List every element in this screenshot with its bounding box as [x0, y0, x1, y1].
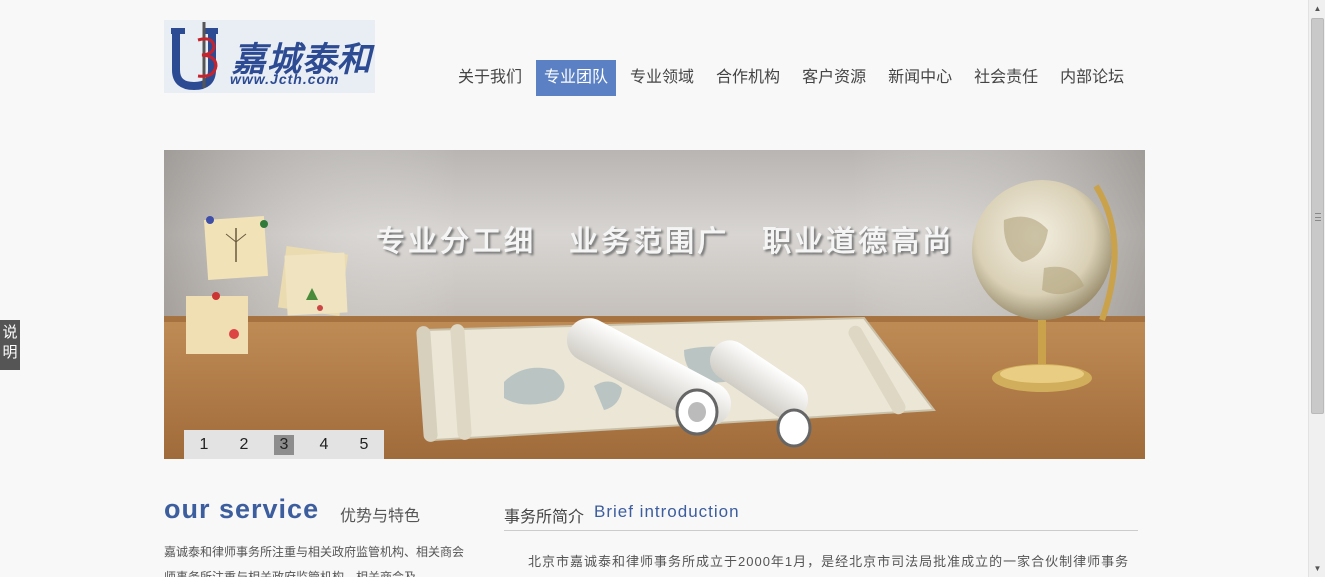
nav-item-social-responsibility[interactable]: 社会责任 [966, 60, 1046, 96]
nav-item-news[interactable]: 新闻中心 [880, 60, 960, 96]
service-subtitle: 优势与特色 [340, 508, 421, 525]
nav-item-about[interactable]: 关于我们 [450, 60, 530, 96]
page: 嘉城泰和 www.Jcth.com 关于我们 专业团队 专业领域 合作机构 客户… [0, 0, 1325, 577]
arrow-down-icon[interactable]: ▼ [1309, 560, 1325, 577]
banner-slider[interactable]: 专业分工细 业务范围广 职业道德高尚 1 2 3 4 5 [164, 150, 1145, 459]
service-text: 嘉诚泰和律师事务所注重与相关政府监管机构、相关商会 师事务所注重与相关政府监管机… [164, 545, 465, 577]
scrollbar-thumb[interactable] [1311, 18, 1324, 414]
note-2 [277, 245, 349, 317]
slide-dot-3[interactable]: 3 [274, 434, 294, 455]
nav-item-team[interactable]: 专业团队 [536, 60, 617, 96]
slide-dot-5[interactable]: 5 [354, 435, 374, 455]
logo-emblem-icon [171, 22, 218, 90]
vertical-scrollbar[interactable]: ▲ ▼ [1308, 0, 1325, 577]
side-info-tab[interactable]: 说 明 [0, 320, 20, 370]
main-nav: 关于我们 专业团队 专业领域 合作机构 客户资源 新闻中心 社会责任 内部论坛 [450, 60, 1138, 96]
nav-item-forum[interactable]: 内部论坛 [1052, 60, 1132, 96]
nav-item-partners[interactable]: 合作机构 [708, 60, 788, 96]
site-logo[interactable]: 嘉城泰和 www.Jcth.com [164, 20, 375, 93]
intro-title-en: Brief introduction [594, 502, 740, 521]
intro-title-cn: 事务所简介 [504, 509, 585, 526]
banner-slogan: 专业分工细 业务范围广 职业道德高尚 [376, 224, 955, 258]
arrow-up-icon[interactable]: ▲ [1309, 0, 1325, 17]
nav-item-practice-areas[interactable]: 专业领域 [622, 60, 702, 96]
note-1 [203, 215, 269, 281]
side-tab-line-2: 明 [2, 344, 18, 361]
intro-header: 事务所简介 Brief introduction [504, 500, 1138, 531]
slider-pagination: 1 2 3 4 5 [184, 430, 384, 459]
slide-dot-4[interactable]: 4 [314, 435, 334, 455]
note-3 [186, 292, 248, 354]
slide-dot-2[interactable]: 2 [234, 435, 254, 455]
banner-image [164, 150, 1145, 459]
logo-url: www.Jcth.com [230, 71, 340, 87]
nav-item-clients[interactable]: 客户资源 [794, 60, 874, 96]
side-tab-line-1: 说 [2, 324, 18, 341]
scrollbar-grip [1315, 213, 1321, 221]
intro-text: 北京市嘉诚泰和律师事务所成立于2000年1月，是经北京市司法局批准成立的一家合伙… [528, 554, 1130, 569]
slide-dot-1[interactable]: 1 [194, 435, 214, 455]
service-title: our service [164, 494, 320, 524]
